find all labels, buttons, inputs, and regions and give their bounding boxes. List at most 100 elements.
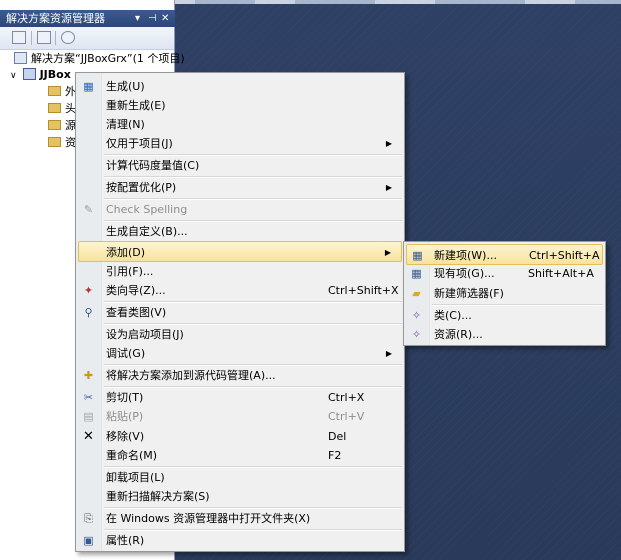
chevron-down-icon[interactable]: ∨ [10, 71, 17, 81]
menu-item-class-wizard[interactable]: ✦ 类向导(Z)... Ctrl+Shift+X [78, 280, 402, 301]
folder-icon [48, 120, 61, 130]
menu-item-cut[interactable]: ✂ 剪切(T) Ctrl+X [78, 387, 402, 408]
submenu-item-resource[interactable]: ✧ 资源(R)... [406, 324, 603, 345]
submenu-item-new-item[interactable]: ▦ 新建项(W)... Ctrl+Shift+A [406, 244, 603, 265]
toolbar-separator [55, 31, 56, 45]
class-diagram-icon: ⚲ [84, 306, 93, 319]
menu-item-label: 生成自定义(B)... [106, 225, 188, 238]
class-view-icon[interactable] [61, 31, 75, 44]
paste-icon: ▤ [83, 410, 94, 423]
menu-item-debug[interactable]: 调试(G) ▶ [78, 343, 402, 364]
menu-item-open-folder-in-explorer[interactable]: ⎘ 在 Windows 资源管理器中打开文件夹(X) [78, 508, 402, 529]
menu-item-shortcut: Shift+Alt+A [528, 267, 594, 280]
menu-item-label: 资源(R)... [434, 328, 483, 341]
menu-item-label: 类向导(Z)... [106, 284, 166, 297]
add-submenu: ▦ 新建项(W)... Ctrl+Shift+A ▦ 现有项(G)... Shift+A… [403, 241, 606, 346]
class-wizard-icon: ✦ [83, 284, 94, 297]
solution-icon [14, 52, 27, 64]
dropdown-icon[interactable]: ▾ [135, 10, 140, 27]
panel-title: 解决方案资源管理器 [6, 12, 105, 25]
menu-item-build-customizations[interactable]: 生成自定义(B)... [78, 221, 402, 242]
menu-item-shortcut: Ctrl+V [328, 410, 365, 423]
toolbar-separator [31, 31, 32, 45]
folder-icon [48, 103, 61, 113]
solution-label: 解决方案“JJBoxGrx”(1 个项目) [31, 52, 185, 65]
menu-item-label: 将解决方案添加到源代码管理(A)... [106, 369, 276, 382]
submenu-item-new-filter[interactable]: ▰ 新建筛选器(F) [406, 283, 603, 304]
menu-item-shortcut: F2 [328, 449, 342, 462]
menu-item-shortcut: Ctrl+X [328, 391, 365, 404]
spellcheck-icon: ✎ [83, 203, 94, 216]
menu-item-add[interactable]: 添加(D) ▶ [78, 241, 402, 262]
menu-item-label: 清理(N) [106, 118, 145, 131]
menu-item-rebuild[interactable]: 重新生成(E) [78, 95, 402, 116]
menu-item-label: 现有项(G)... [434, 267, 495, 280]
menu-item-rename[interactable]: 重命名(M) F2 [78, 445, 402, 466]
properties-icon: ▣ [83, 534, 94, 547]
project-icon [22, 68, 36, 80]
menu-item-label: 仅用于项目(J) [106, 137, 173, 150]
context-menu: ▦ 生成(U) 重新生成(E) 清理(N) 仅用于项目(J) ▶ 计算代码度量值(C… [75, 72, 405, 552]
open-folder-icon: ⎘ [84, 512, 93, 525]
folder-icon [48, 86, 61, 96]
menu-item-label: 引用(F)... [106, 265, 154, 278]
project-label: JJBox [39, 68, 71, 81]
build-icon: ▦ [83, 80, 94, 93]
submenu-arrow-icon: ▶ [385, 349, 392, 358]
menu-item-set-startup-project[interactable]: 设为启动项目(J) [78, 324, 402, 345]
menu-item-label: 粘贴(P) [106, 410, 144, 423]
menu-item-shortcut: Del [328, 430, 347, 443]
menu-item-label: 重新生成(E) [106, 99, 166, 112]
menu-item-label: 添加(D) [106, 246, 146, 259]
panel-toolbar [0, 27, 174, 50]
submenu-arrow-icon: ▶ [385, 139, 392, 148]
menu-item-label: 剪切(T) [106, 391, 144, 404]
submenu-arrow-icon: ▶ [385, 183, 392, 192]
close-icon[interactable]: ✕ [161, 10, 169, 27]
document-tab-strip [175, 0, 621, 4]
menu-item-profile-guided-optimization[interactable]: 按配置优化(P) ▶ [78, 177, 402, 198]
tree-item-project[interactable]: ∨ JJBox [10, 67, 71, 83]
tree-item-folder[interactable]: 源 [48, 118, 76, 134]
menu-item-add-to-source-control[interactable]: ✚ 将解决方案添加到源代码管理(A)... [78, 365, 402, 386]
panel-title-bar: 解决方案资源管理器 ▾ ⊣ ✕ [0, 10, 175, 27]
submenu-item-class[interactable]: ✧ 类(C)... [406, 305, 603, 326]
menu-item-code-metrics[interactable]: 计算代码度量值(C) [78, 155, 402, 176]
menu-item-label: 新建筛选器(F) [434, 287, 504, 300]
pin-icon[interactable]: ⊣ [148, 10, 157, 27]
menu-item-references[interactable]: 引用(F)... [78, 261, 402, 282]
menu-item-build[interactable]: ▦ 生成(U) [78, 76, 402, 97]
show-all-files-icon[interactable] [37, 31, 51, 44]
menu-item-label: 类(C)... [434, 309, 472, 322]
menu-item-clean[interactable]: 清理(N) [78, 114, 402, 135]
tree-item-folder[interactable]: 外 [48, 84, 76, 100]
menu-item-project-only[interactable]: 仅用于项目(J) ▶ [78, 133, 402, 154]
menu-item-check-spelling: ✎ Check Spelling [78, 199, 402, 220]
existing-item-icon: ▦ [411, 267, 422, 280]
tree-item-folder[interactable]: 头 [48, 101, 76, 117]
menu-item-label: 查看类图(V) [106, 306, 167, 319]
menu-item-label: Check Spelling [106, 203, 188, 216]
menu-item-label: 属性(R) [106, 534, 145, 547]
menu-item-unload-project[interactable]: 卸载项目(L) [78, 467, 402, 488]
submenu-item-existing-item[interactable]: ▦ 现有项(G)... Shift+Alt+A [406, 263, 603, 284]
menu-item-paste: ▤ 粘贴(P) Ctrl+V [78, 406, 402, 427]
cut-icon: ✂ [83, 391, 94, 404]
menu-item-shortcut: Ctrl+Shift+X [328, 284, 399, 297]
tree-item-folder[interactable]: 资 [48, 135, 76, 151]
remove-icon: ✕ [83, 429, 94, 444]
menu-item-properties[interactable]: ▣ 属性(R) [78, 530, 402, 551]
submenu-arrow-icon: ▶ [384, 248, 391, 257]
menu-item-remove[interactable]: ✕ 移除(V) Del [78, 426, 402, 447]
menu-item-label: 卸载项目(L) [106, 471, 165, 484]
menu-item-view-class-diagram[interactable]: ⚲ 查看类图(V) [78, 302, 402, 323]
tree-item-solution[interactable]: 解决方案“JJBoxGrx”(1 个项目) [14, 51, 185, 67]
menu-item-rescan-solution[interactable]: 重新扫描解决方案(S) [78, 486, 402, 507]
menu-item-label: 按配置优化(P) [106, 181, 177, 194]
menu-item-label: 设为启动项目(J) [106, 328, 184, 341]
menu-item-label: 重新扫描解决方案(S) [106, 490, 210, 503]
menu-item-label: 调试(G) [106, 347, 146, 360]
class-icon: ✧ [411, 309, 422, 322]
folder-icon [48, 137, 61, 147]
properties-icon[interactable] [12, 31, 26, 44]
